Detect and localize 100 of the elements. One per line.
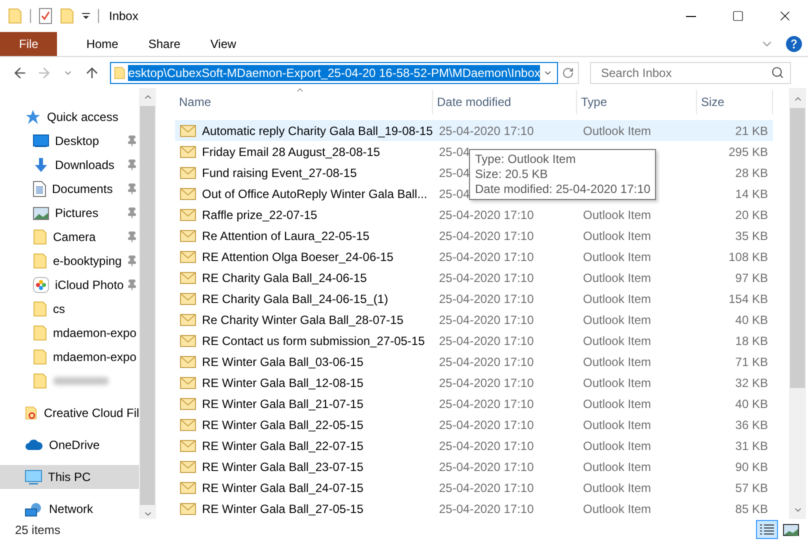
sidebar-item[interactable]: mdaemon-expo xyxy=(0,345,140,369)
folder-icon xyxy=(33,229,47,245)
envelope-icon xyxy=(180,418,196,430)
file-name[interactable]: RE Attention Olga Boeser_24-06-15 xyxy=(202,250,394,264)
star-icon xyxy=(25,109,41,125)
envelope-icon xyxy=(180,292,196,304)
column-header[interactable]: Name xyxy=(175,90,433,114)
flower-icon xyxy=(33,277,49,293)
date-modified: 25-04 xyxy=(439,166,470,180)
details-view-button[interactable] xyxy=(756,520,778,539)
file-size: 18 KB xyxy=(735,334,768,348)
pin-icon xyxy=(126,135,138,147)
dropdown-icon[interactable] xyxy=(82,12,90,20)
sidebar-item[interactable]: Creative Cloud Fil xyxy=(0,401,140,425)
help-icon[interactable] xyxy=(786,36,802,52)
envelope-icon xyxy=(180,188,196,200)
envelope-icon xyxy=(180,272,196,284)
folder-icon xyxy=(33,349,47,365)
file-name[interactable]: Raffle prize_22-07-15 xyxy=(202,208,318,222)
sidebar-item[interactable]: Pictures xyxy=(0,201,140,225)
envelope-icon xyxy=(180,124,196,136)
pin-icon xyxy=(126,159,138,171)
envelope-icon xyxy=(180,502,196,514)
file-type: Outlook Item xyxy=(583,208,652,222)
search-box[interactable]: Search Inbox xyxy=(590,62,791,84)
file-name[interactable]: Out of Office AutoReply Winter Gala Ball... xyxy=(202,186,428,200)
ribbon-tab[interactable]: Share xyxy=(133,32,196,56)
file-name[interactable]: RE Winter Gala Ball_03-06-15 xyxy=(202,354,364,368)
file-size: 35 KB xyxy=(735,228,768,242)
file-type: Outlook Item xyxy=(583,312,652,326)
desktop-icon xyxy=(33,134,49,148)
file-name[interactable]: RE Winter Gala Ball_22-07-15 xyxy=(202,438,364,452)
file-name[interactable]: RE Winter Gala Ball_27-05-15 xyxy=(202,502,364,516)
landscape-icon xyxy=(783,524,799,536)
sidebar-item[interactable]: Documents xyxy=(0,177,140,201)
sidebar-item[interactable]: Quick access xyxy=(0,105,140,129)
ribbon-tab[interactable]: Home xyxy=(71,32,134,56)
envelope-icon xyxy=(180,440,196,452)
sidebar-item[interactable]: This PC xyxy=(0,465,140,489)
date-modified: 25-04-2020 17:10 xyxy=(439,418,534,432)
sidebar-item[interactable]: OneDrive xyxy=(0,433,140,457)
file-name[interactable]: RE Charity Gala Ball_24-06-15 xyxy=(202,270,367,284)
column-header[interactable]: Date modified xyxy=(433,90,577,114)
file-name[interactable]: RE Winter Gala Ball_24-07-15 xyxy=(202,480,364,494)
file-type: Outlook Item xyxy=(583,270,652,284)
file-size: 57 KB xyxy=(735,480,768,494)
file-size: 32 KB xyxy=(735,376,768,390)
sidebar-item[interactable]: Desktop xyxy=(0,129,140,153)
file-name[interactable]: RE Winter Gala Ball_12-08-15 xyxy=(202,376,364,390)
pin-icon xyxy=(126,231,138,243)
file-type: Outlook Item xyxy=(583,228,652,242)
file-name[interactable]: RE Charity Gala Ball_24-06-15_(1) xyxy=(202,292,388,306)
column-header[interactable]: Type xyxy=(577,90,697,114)
date-modified: 25-04-2020 17:10 xyxy=(439,354,534,368)
sidebar-item[interactable]: Network xyxy=(0,497,140,519)
folder-icon xyxy=(8,8,22,24)
date-modified: 25-04-2020 17:10 xyxy=(439,334,534,348)
file-name[interactable]: Fund raising Event_27-08-15 xyxy=(202,166,357,180)
sidebar-item[interactable]: cs xyxy=(0,297,140,321)
sidebar-item[interactable]: mdaemon-expo xyxy=(0,321,140,345)
scrollbar[interactable] xyxy=(789,88,806,519)
file-type: Outlook Item xyxy=(583,502,652,516)
file-name[interactable]: RE Winter Gala Ball_22-05-15 xyxy=(202,418,364,432)
pin-icon xyxy=(126,255,138,267)
pin-icon xyxy=(126,183,138,195)
scrollbar[interactable] xyxy=(139,88,156,519)
folder-icon xyxy=(114,64,126,80)
landscape-icon xyxy=(33,206,49,220)
sidebar-item[interactable]: Downloads xyxy=(0,153,140,177)
file-type: Outlook Item xyxy=(583,354,652,368)
sidebar-item[interactable]: Camera xyxy=(0,225,140,249)
file-menu-tab[interactable]: File xyxy=(0,32,58,56)
file-name[interactable]: RE Winter Gala Ball_21-07-15 xyxy=(202,396,364,410)
checklist-icon[interactable] xyxy=(39,8,52,24)
pin-icon xyxy=(126,279,138,291)
envelope-icon xyxy=(180,356,196,368)
file-size: 31 KB xyxy=(735,438,768,452)
sidebar-item[interactable]: e-booktyping xyxy=(0,249,140,273)
file-name[interactable]: Automatic reply Charity Gala Ball_19-08-15 xyxy=(202,124,433,138)
tooltip-line: Date modified: 25-04-2020 17:10 xyxy=(475,182,650,197)
computer-icon xyxy=(25,470,42,484)
file-type: Outlook Item xyxy=(583,292,652,306)
tooltip-line: Type: Outlook Item xyxy=(475,152,577,167)
folder-icon xyxy=(33,373,47,389)
refresh-button[interactable] xyxy=(558,62,579,84)
file-size: 295 KB xyxy=(728,144,768,158)
address-field[interactable]: esktop\CubexSoft-MDaemon-Export_25-04-20 16-58-52-PM\MDaemon\Inbox xyxy=(110,62,558,84)
column-header[interactable]: Size xyxy=(697,90,773,114)
file-size: 85 KB xyxy=(735,502,768,516)
window-title: Inbox xyxy=(109,9,138,23)
envelope-icon xyxy=(180,166,196,178)
sidebar-item[interactable]: iCloud Photo xyxy=(0,273,140,297)
file-name[interactable]: Re Charity Winter Gala Ball_28-07-15 xyxy=(202,312,404,326)
file-name[interactable]: RE Contact us form submission_27-05-15 xyxy=(202,334,425,348)
file-name[interactable]: RE Winter Gala Ball_23-07-15 xyxy=(202,460,364,474)
file-name[interactable]: Friday Email 28 August_28-08-15 xyxy=(202,144,380,158)
date-modified: 25-04-2020 17:10 xyxy=(439,250,534,264)
file-size: 36 KB xyxy=(735,418,768,432)
ribbon-tab[interactable]: View xyxy=(195,32,252,56)
file-name[interactable]: Re Attention of Laura_22-05-15 xyxy=(202,228,370,242)
